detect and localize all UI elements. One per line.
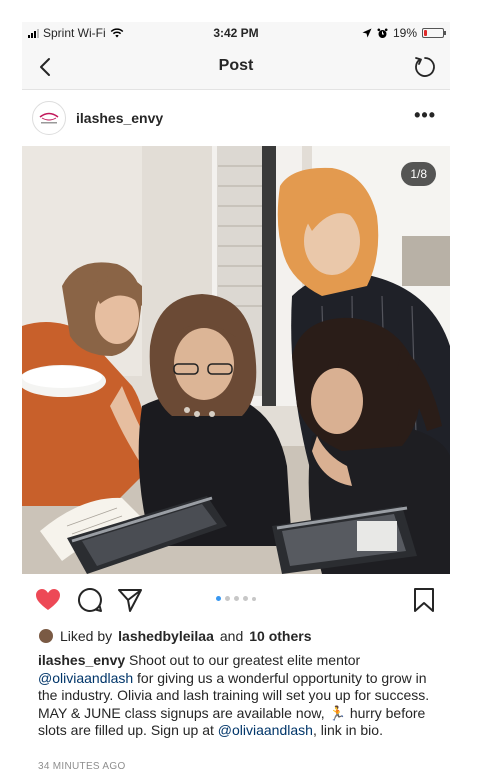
app-frame: Sprint Wi-Fi 3:42 PM 19% Post ilashes_en…: [22, 22, 450, 779]
location-icon: [362, 28, 372, 38]
more-icon[interactable]: •••: [414, 105, 436, 126]
liker-avatar[interactable]: [38, 628, 54, 644]
likes-joiner: and: [219, 628, 244, 644]
alarm-icon: [377, 28, 388, 38]
carousel-dot: [243, 596, 248, 601]
caption: ilashes_envy Shoot out to our greatest e…: [38, 652, 438, 740]
photo-illustration: [22, 146, 450, 574]
post-header: ilashes_envy •••: [22, 98, 450, 142]
caption-mention-2[interactable]: @oliviaandlash: [218, 722, 313, 738]
battery-percent: 19%: [392, 26, 417, 40]
post-username[interactable]: ilashes_envy: [76, 110, 163, 126]
page-title: Post: [218, 57, 254, 74]
caption-text-1: Shoot out to our greatest elite mentor: [125, 652, 361, 668]
status-bar: Sprint Wi-Fi 3:42 PM 19%: [22, 22, 450, 44]
caption-text-4: , link in bio.: [312, 722, 383, 738]
nav-bar: Post: [22, 44, 450, 90]
brand-logo-icon: [39, 112, 59, 124]
refresh-icon[interactable]: [412, 54, 438, 80]
bookmark-icon[interactable]: [410, 586, 438, 614]
post-photo[interactable]: 1/8: [22, 146, 450, 574]
avatar[interactable]: [32, 101, 66, 135]
photo-counter: 1/8: [401, 162, 436, 186]
battery-icon: [422, 28, 446, 38]
likes-others[interactable]: 10 others: [249, 628, 311, 644]
carousel-dots: [22, 596, 450, 601]
caption-mention-1[interactable]: @oliviaandlash: [38, 670, 133, 686]
likes-line: Liked by lashedbyleilaa and 10 others: [38, 626, 311, 646]
carousel-dot: [225, 596, 230, 601]
action-bar: [22, 578, 450, 622]
carousel-dot: [216, 596, 221, 601]
status-right: 19%: [362, 26, 446, 40]
likes-prefix: Liked by: [60, 628, 113, 644]
running-emoji-icon: 🏃: [328, 704, 346, 721]
liker-username[interactable]: lashedbyleilaa: [118, 628, 214, 644]
caption-username[interactable]: ilashes_envy: [38, 652, 125, 668]
carousel-dot: [252, 597, 256, 601]
battery-fill: [424, 30, 427, 36]
post-timestamp: 34 MINUTES AGO: [38, 761, 126, 772]
carousel-dot: [234, 596, 239, 601]
